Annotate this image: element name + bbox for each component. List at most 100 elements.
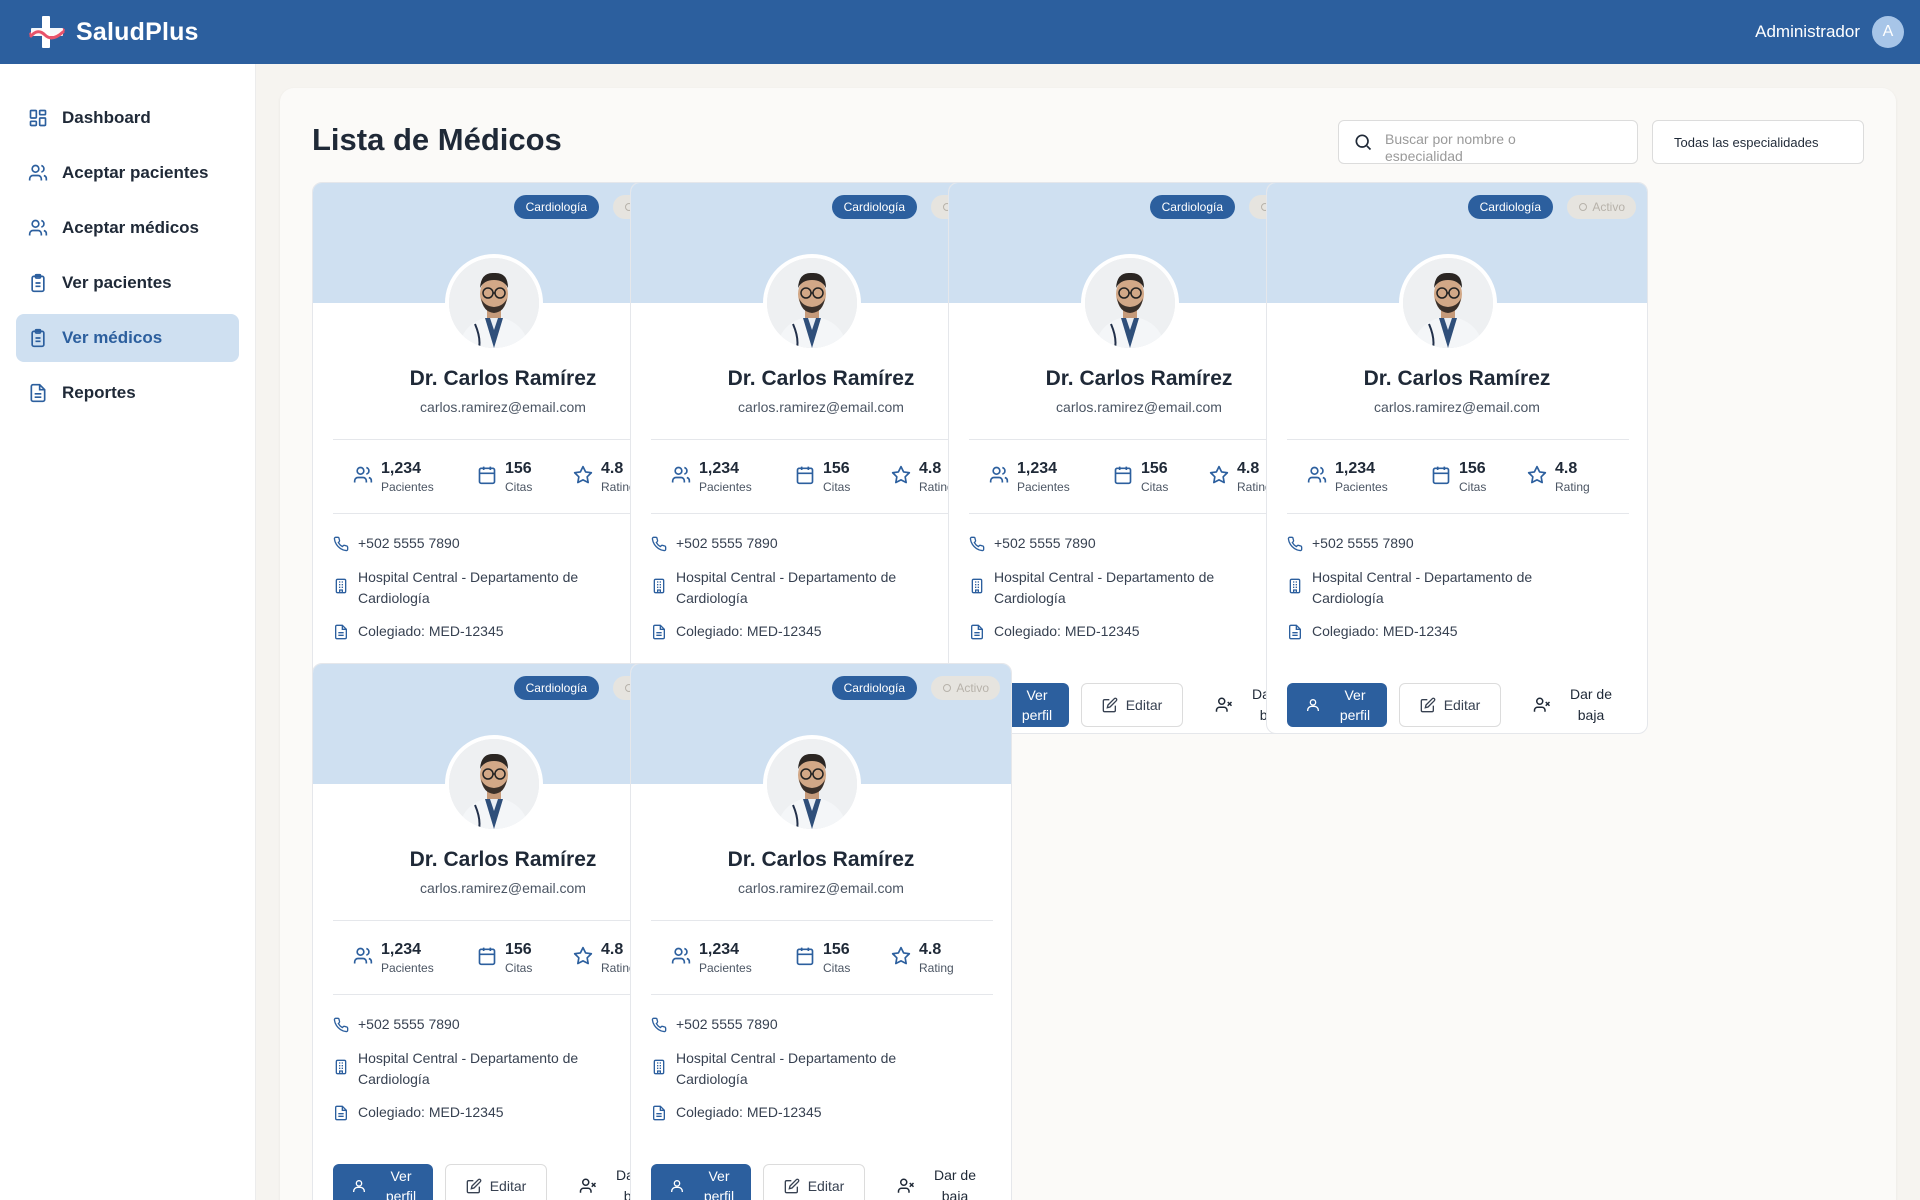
rating-label: Rating	[919, 961, 954, 975]
edit-button[interactable]: Editar	[445, 1164, 547, 1200]
stat-appointments: 156 Citas	[1113, 459, 1168, 495]
patients-label: Pacientes	[1335, 480, 1388, 494]
edit-icon	[466, 1178, 482, 1194]
user-name: Administrador	[1755, 22, 1860, 41]
status-label: Activo	[1592, 200, 1625, 214]
phone-icon	[333, 1017, 349, 1033]
user-remove-icon	[1215, 697, 1233, 712]
divider	[333, 439, 675, 440]
doctor-email: carlos.ramirez@email.com	[738, 880, 904, 896]
star-icon	[573, 946, 593, 965]
view-profile-label: Ver perfil	[703, 1168, 735, 1200]
edit-icon	[1420, 697, 1436, 713]
brand[interactable]: SaludPlus	[28, 14, 199, 50]
phone-number: +502 5555 7890	[1312, 535, 1414, 551]
user-menu[interactable]: Administrador A	[1755, 16, 1904, 48]
license-row: Colegiado: MED-12345	[333, 621, 633, 642]
sidebar-item-accept-doctors[interactable]: Aceptar médicos	[16, 204, 239, 252]
building-icon	[653, 578, 665, 594]
doctor-email: carlos.ramirez@email.com	[1374, 399, 1540, 415]
doctor-photo[interactable]	[445, 735, 543, 833]
license-row: Colegiado: MED-12345	[1287, 621, 1587, 642]
stat-rating: 4.8 Rating	[891, 459, 954, 495]
view-profile-button[interactable]: Ver perfil	[651, 1164, 751, 1200]
appointments-count: 156	[1459, 460, 1486, 477]
specialty-badge: Cardiología	[1149, 195, 1235, 219]
license-number: Colegiado: MED-12345	[358, 623, 504, 639]
appointments-label: Citas	[505, 961, 533, 975]
patients-count: 1,234	[381, 941, 422, 958]
doctor-photo[interactable]	[1399, 254, 1497, 352]
doctor-portrait-icon	[449, 258, 539, 348]
view-profile-button[interactable]: Ver perfil	[1287, 683, 1387, 727]
doctor-photo[interactable]	[445, 254, 543, 352]
edit-button[interactable]: Editar	[1399, 683, 1501, 727]
patients-label: Pacientes	[1017, 480, 1070, 494]
edit-label: Editar	[489, 1178, 527, 1194]
status-dot-icon	[1579, 203, 1588, 211]
specialty-filter-select[interactable]: Todas las especialidades	[1652, 120, 1864, 164]
doctor-photo[interactable]	[1081, 254, 1179, 352]
status-badge: Activo	[931, 676, 1000, 700]
appointments-label: Citas	[1459, 480, 1487, 494]
deactivate-button[interactable]: Dar de baja	[893, 1154, 993, 1200]
divider	[651, 439, 993, 440]
document-icon	[653, 1105, 665, 1121]
document-icon	[653, 624, 665, 640]
view-profile-button[interactable]: Ver perfil	[333, 1164, 433, 1200]
phone-number: +502 5555 7890	[994, 535, 1096, 551]
avatar[interactable]: A	[1872, 16, 1904, 48]
doctor-portrait-icon	[767, 258, 857, 348]
building-icon	[335, 1059, 347, 1075]
license-row: Colegiado: MED-12345	[651, 1102, 951, 1123]
sidebar-item-view-patients[interactable]: Ver pacientes	[16, 259, 239, 307]
sidebar-item-accept-patients[interactable]: Aceptar pacientes	[16, 149, 239, 197]
phone-number: +502 5555 7890	[676, 1016, 778, 1032]
sidebar-item-dashboard[interactable]: Dashboard	[16, 94, 239, 142]
logo-icon	[29, 16, 65, 48]
building-icon	[1289, 578, 1301, 594]
stat-rating: 4.8 Rating	[1209, 459, 1272, 495]
edit-label: Editar	[807, 1178, 845, 1194]
calendar-icon	[1432, 466, 1450, 485]
doctor-photo[interactable]	[763, 735, 861, 833]
phone-icon	[333, 536, 349, 552]
building-icon	[971, 578, 983, 594]
status-dot-icon	[943, 684, 952, 692]
license-row: Colegiado: MED-12345	[969, 621, 1269, 642]
license-row: Colegiado: MED-12345	[333, 1102, 633, 1123]
hospital-name: Hospital Central - Departamento de Cardi…	[676, 1050, 897, 1087]
phone-icon	[651, 536, 667, 552]
stat-appointments: 156 Citas	[795, 459, 850, 495]
star-icon	[1209, 465, 1229, 484]
star-icon	[891, 465, 911, 484]
phone-row: +502 5555 7890	[1287, 533, 1587, 554]
specialty-badge: Cardiología	[513, 676, 599, 700]
sidebar-item-reports[interactable]: Reportes	[16, 369, 239, 417]
edit-button[interactable]: Editar	[1081, 683, 1183, 727]
search-input[interactable]: Buscar por nombre o especialidad	[1338, 120, 1638, 164]
appointments-label: Citas	[823, 480, 851, 494]
users-icon	[989, 466, 1009, 483]
main-panel: Lista de Médicos Buscar por nombre o esp…	[280, 88, 1896, 1200]
user-icon	[671, 1180, 683, 1192]
sidebar-item-label: Ver pacientes	[62, 273, 172, 292]
appointments-label: Citas	[505, 480, 533, 494]
doctor-photo[interactable]	[763, 254, 861, 352]
sidebar-item-view-doctors[interactable]: Ver médicos	[16, 314, 239, 362]
user-remove-icon	[579, 1178, 597, 1193]
view-profile-label: Ver perfil	[1339, 687, 1371, 723]
hospital-row: Hospital Central - Departamento de Cardi…	[651, 1048, 951, 1090]
edit-button[interactable]: Editar	[763, 1164, 865, 1200]
license-number: Colegiado: MED-12345	[994, 623, 1140, 639]
sidebar-item-label: Aceptar médicos	[62, 218, 199, 237]
specialty-badge: Cardiología	[1467, 195, 1553, 219]
edit-icon	[1102, 697, 1118, 713]
deactivate-button[interactable]: Dar de baja	[1529, 673, 1629, 733]
stat-appointments: 156 Citas	[795, 940, 850, 976]
stat-rating: 4.8 Rating	[1527, 459, 1590, 495]
hospital-row: Hospital Central - Departamento de Cardi…	[333, 1048, 633, 1090]
patients-label: Pacientes	[699, 961, 752, 975]
divider	[1287, 513, 1629, 514]
hospital-name: Hospital Central - Departamento de Cardi…	[676, 569, 897, 606]
